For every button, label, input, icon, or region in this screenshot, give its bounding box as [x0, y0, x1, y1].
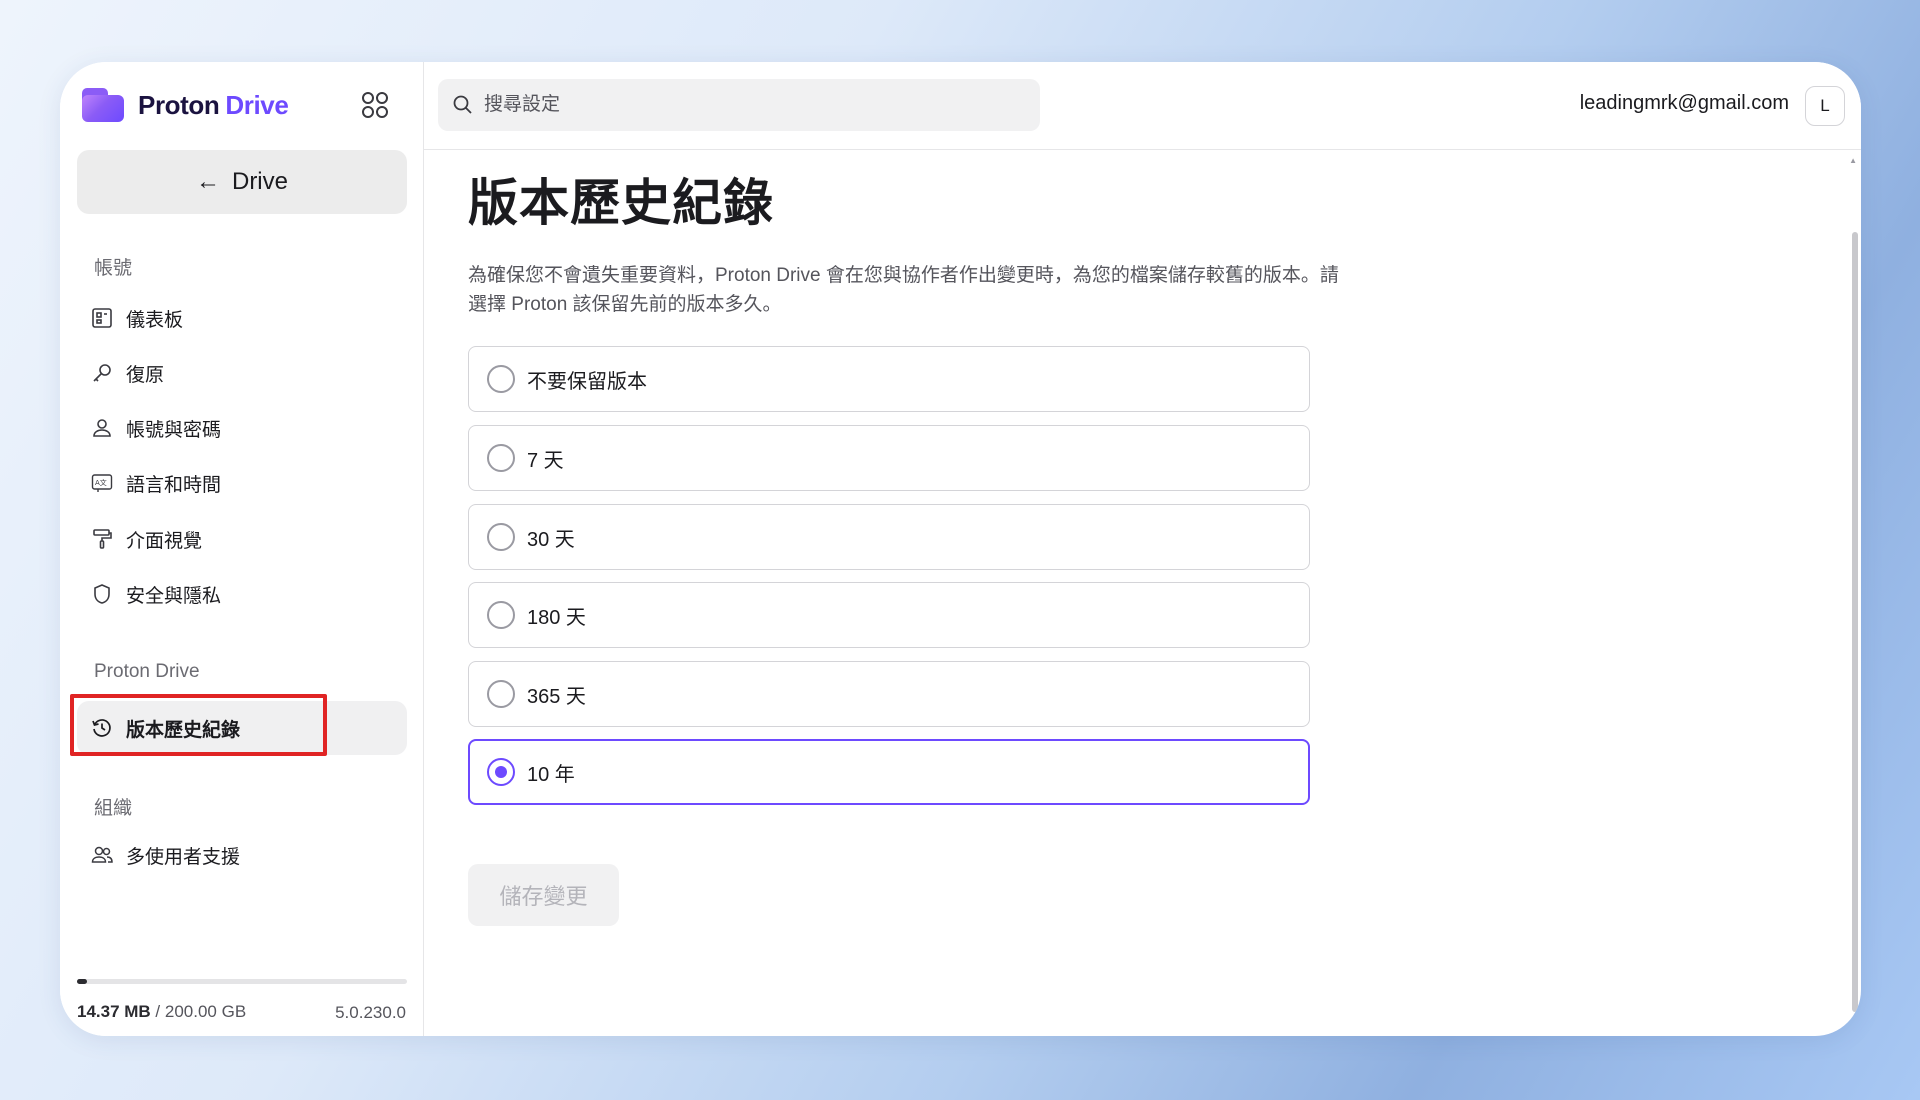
brand-word-drive: Drive — [225, 89, 289, 120]
scroll-up-arrow-icon[interactable]: ▲ — [1849, 156, 1857, 165]
option-label: 365 天 — [527, 685, 586, 708]
key-icon — [90, 361, 114, 385]
top-bar: leadingmrk@gmail.com L — [424, 62, 1861, 150]
radio-button[interactable] — [487, 444, 515, 472]
sidebar-item-label: 帳號與密碼 — [126, 419, 222, 441]
app-window: Proton Drive ← Drive 帳號 儀表板 復原 帳號與密碼 A文 … — [60, 62, 1861, 1036]
search-box[interactable] — [438, 79, 1040, 131]
sidebar-item-appearance[interactable]: 介面視覺 — [90, 519, 390, 559]
option-label: 180 天 — [527, 606, 586, 629]
sidebar-item-language-time[interactable]: A文 語言和時間 — [90, 463, 390, 503]
storage-usage: 14.37 MB / 200.00 GB — [77, 1002, 246, 1022]
brand-name: Proton Drive — [138, 89, 289, 121]
brand-word-proton: Proton — [138, 89, 220, 120]
radio-button[interactable] — [487, 365, 515, 393]
arrow-left-icon: ← — [195, 168, 220, 195]
language-icon: A文 — [90, 471, 114, 495]
radio-button-checked[interactable] — [487, 758, 515, 786]
section-title-account: 帳號 — [94, 258, 133, 279]
section-title-proton-drive: Proton Drive — [94, 661, 200, 682]
proton-drive-logo-icon — [82, 88, 124, 122]
radio-button[interactable] — [487, 680, 515, 708]
main-content: 版本歷史紀錄 為確保您不會遺失重要資料，Proton Drive 會在您與協作者… — [424, 151, 1861, 1036]
search-icon — [453, 95, 472, 114]
sidebar-item-account-password[interactable]: 帳號與密碼 — [90, 408, 390, 448]
svg-text:A文: A文 — [95, 478, 107, 487]
option-label: 30 天 — [527, 528, 575, 551]
annotation-highlight-box — [70, 694, 327, 756]
app-version: 5.0.230.0 — [335, 1003, 406, 1022]
page-title: 版本歷史紀錄 — [468, 175, 774, 231]
sidebar-item-label: 安全與隱私 — [126, 585, 222, 607]
sidebar-item-label: 語言和時間 — [126, 474, 222, 496]
storage-used: 14.37 MB — [77, 1002, 151, 1021]
shield-icon — [90, 582, 114, 606]
retention-option[interactable]: 7 天 — [468, 425, 1310, 491]
section-title-organization: 組織 — [94, 798, 133, 819]
storage-progress-fill — [77, 979, 87, 984]
retention-option[interactable]: 180 天 — [468, 582, 1310, 648]
scrollbar-thumb[interactable] — [1852, 232, 1858, 1012]
users-icon — [90, 843, 114, 867]
back-to-drive-label: Drive — [231, 168, 288, 195]
retention-option[interactable]: 不要保留版本 — [468, 346, 1310, 412]
sidebar-item-multi-user[interactable]: 多使用者支援 — [90, 835, 390, 875]
option-label: 10 年 — [527, 763, 575, 786]
sidebar-item-dashboard[interactable]: 儀表板 — [90, 298, 390, 338]
dashboard-icon — [90, 306, 114, 330]
save-changes-button[interactable]: 儲存變更 — [468, 864, 619, 926]
retention-option[interactable]: 365 天 — [468, 661, 1310, 727]
account-email[interactable]: leadingmrk@gmail.com — [1580, 92, 1789, 115]
app-switcher-icon[interactable] — [360, 90, 390, 120]
retention-option-selected[interactable]: 10 年 — [468, 739, 1310, 805]
sidebar-item-label: 復原 — [126, 364, 165, 386]
back-to-drive-button[interactable]: ← Drive — [77, 150, 407, 214]
storage-progress-bar — [77, 979, 407, 984]
brand-logo[interactable]: Proton Drive — [82, 88, 289, 122]
option-label: 不要保留版本 — [527, 370, 647, 393]
storage-total: / 200.00 GB — [150, 1002, 247, 1021]
sidebar-item-label: 多使用者支援 — [126, 846, 241, 868]
radio-button[interactable] — [487, 523, 515, 551]
sidebar: Proton Drive ← Drive 帳號 儀表板 復原 帳號與密碼 A文 … — [60, 62, 424, 1036]
avatar[interactable]: L — [1805, 86, 1845, 126]
option-label: 7 天 — [527, 449, 564, 472]
page-description: 為確保您不會遺失重要資料，Proton Drive 會在您與協作者作出變更時，為… — [468, 265, 1339, 315]
user-icon — [90, 416, 114, 440]
retention-option[interactable]: 30 天 — [468, 504, 1310, 570]
radio-button[interactable] — [487, 601, 515, 629]
sidebar-item-label: 介面視覺 — [126, 530, 203, 552]
sidebar-item-label: 儀表板 — [126, 309, 184, 331]
sidebar-item-recovery[interactable]: 復原 — [90, 353, 390, 393]
search-input[interactable] — [484, 94, 1024, 116]
sidebar-item-security-privacy[interactable]: 安全與隱私 — [90, 574, 390, 614]
paint-roller-icon — [90, 527, 114, 551]
